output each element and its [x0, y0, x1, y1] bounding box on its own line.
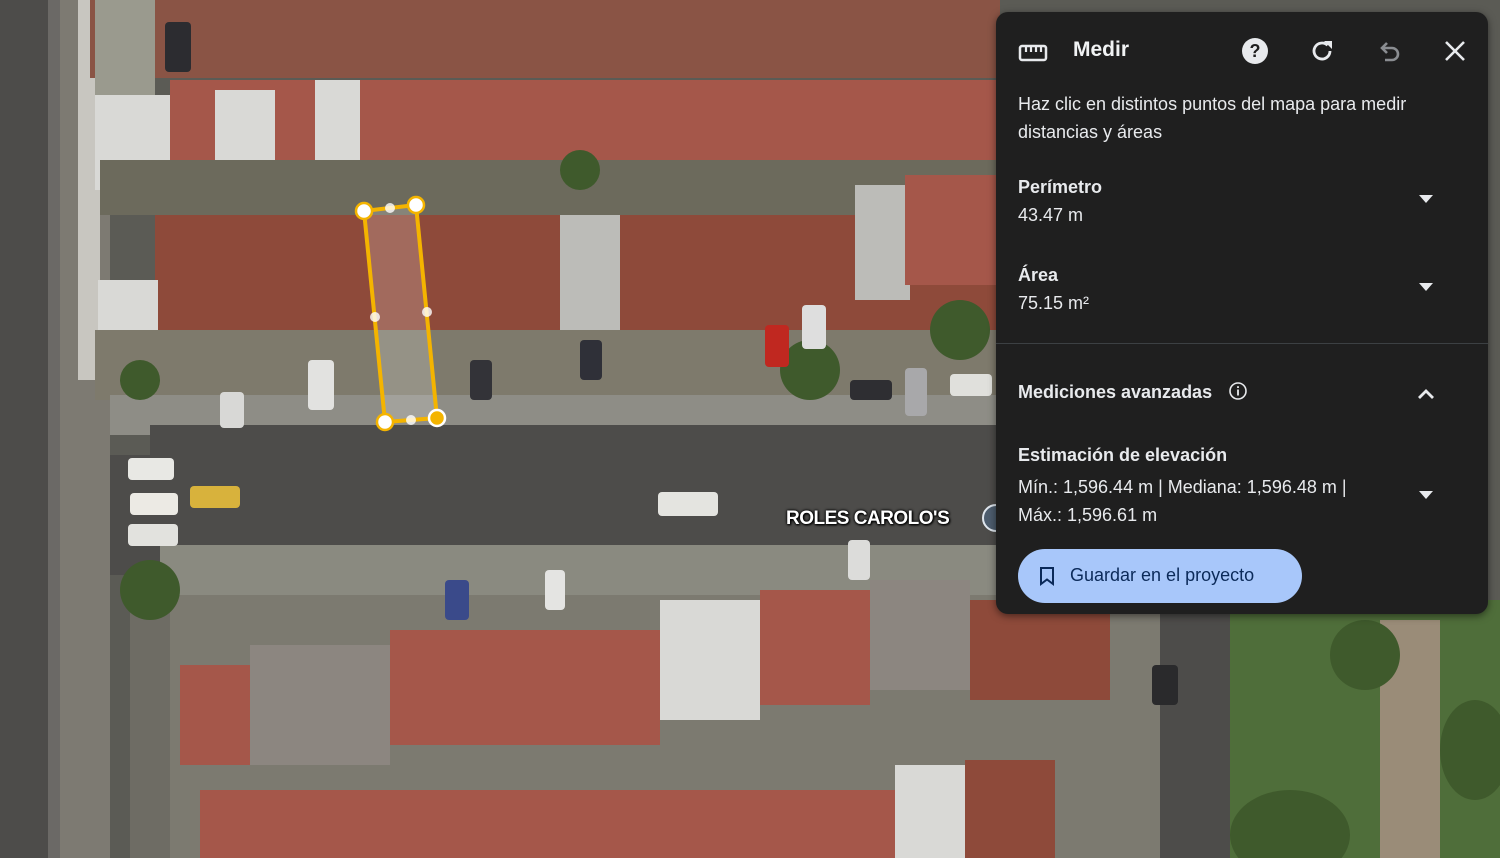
midpoint-handle [406, 415, 416, 425]
vertex-handle [375, 412, 395, 432]
perimeter-label: Perímetro [1018, 177, 1103, 197]
vertex-handle [406, 195, 426, 215]
area-value: 75.15 m² [1018, 293, 1090, 313]
area-row[interactable]: Área 75.15 m² [996, 265, 1488, 335]
vertex-handle [354, 201, 374, 221]
vertex-handle [427, 408, 447, 428]
perimeter-row[interactable]: Perímetro 43.47 m [996, 177, 1488, 247]
area-label: Área [1018, 265, 1059, 285]
midpoint-handle [422, 307, 432, 317]
measure-panel: Medir ? Haz clic en distintos puntos del… [996, 12, 1488, 614]
instructions-text: Haz clic en distintos puntos del mapa pa… [1018, 94, 1407, 142]
svg-text:?: ? [1250, 41, 1261, 61]
close-icon[interactable] [1440, 36, 1470, 66]
elevation-label: Estimación de elevación [1018, 445, 1228, 465]
divider [996, 343, 1488, 344]
info-icon[interactable] [1228, 381, 1248, 401]
help-icon[interactable]: ? [1240, 36, 1270, 66]
ruler-icon [1018, 38, 1048, 68]
save-to-project-button[interactable]: Guardar en el proyecto [1018, 549, 1302, 603]
bookmark-icon [1040, 567, 1054, 586]
chevron-up-icon[interactable] [1414, 382, 1438, 406]
chevron-down-icon[interactable] [1414, 187, 1438, 211]
elevation-value: Mín.: 1,596.44 m | Mediana: 1,596.48 m |… [1018, 477, 1347, 525]
perimeter-value: 43.47 m [1018, 205, 1084, 225]
elevation-row[interactable]: Estimación de elevación Mín.: 1,596.44 m… [996, 445, 1488, 535]
midpoint-handle [385, 203, 395, 213]
save-to-project-label: Guardar en el proyecto [1070, 565, 1255, 585]
panel-header: Medir ? [996, 12, 1488, 88]
panel-title: Medir [1073, 38, 1130, 61]
refresh-icon[interactable] [1307, 36, 1337, 66]
chevron-down-icon[interactable] [1414, 275, 1438, 299]
undo-icon[interactable] [1374, 36, 1404, 66]
chevron-down-icon[interactable] [1414, 483, 1438, 507]
midpoint-handle [370, 312, 380, 322]
advanced-measurements-toggle[interactable]: Mediciones avanzadas [996, 378, 1488, 410]
advanced-measurements-label: Mediciones avanzadas [1018, 382, 1213, 402]
